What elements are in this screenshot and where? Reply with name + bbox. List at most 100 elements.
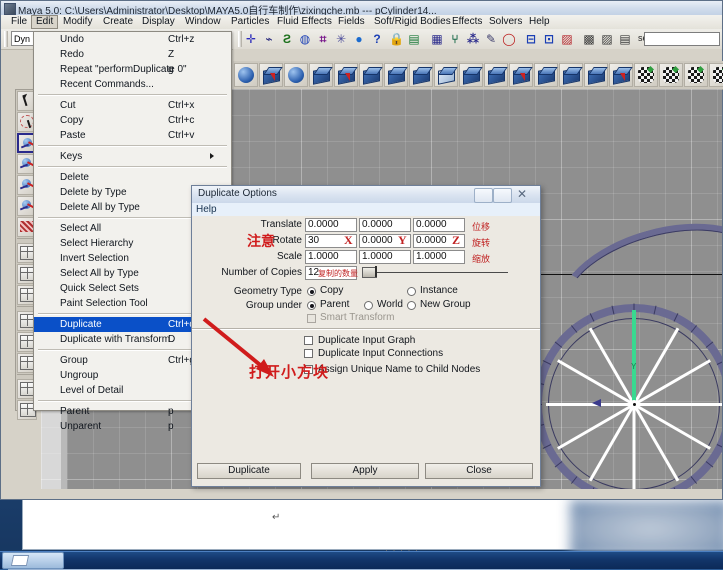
radio-group-world[interactable] [364, 301, 373, 310]
menu-edit[interactable]: Edit [31, 15, 59, 29]
show-manip-icon[interactable]: ▦ [430, 32, 444, 46]
menu-item-delete[interactable]: Delete [34, 170, 231, 185]
menu-modify[interactable]: Modify [59, 15, 96, 28]
display-layer-icon[interactable]: ▨ [600, 32, 614, 46]
ipr-render-icon[interactable]: ⊡ [542, 32, 556, 46]
poly-split-icon[interactable] [409, 63, 433, 87]
dialog-translate-y-input[interactable]: 0.0000 [359, 218, 411, 232]
menu-window[interactable]: Window [181, 15, 225, 28]
snap-uv-icon[interactable]: ✳ [334, 32, 348, 46]
maximize-button[interactable] [493, 188, 512, 203]
menu-display[interactable]: Display [138, 15, 179, 28]
copies-slider-track[interactable] [362, 272, 508, 273]
snap-point-icon[interactable]: ◍ [298, 32, 312, 46]
render-view-icon[interactable]: ⊟ [524, 32, 538, 46]
poly-cylinder-icon[interactable] [284, 63, 308, 87]
start-icon [10, 555, 30, 566]
menu-item-cut[interactable]: Cut Ctrl+x [34, 98, 231, 113]
snap-curve-icon[interactable]: ⌁ [262, 32, 276, 46]
dialog-menu-bar[interactable]: Help [192, 203, 540, 217]
construction-plane-icon[interactable]: ● [352, 32, 366, 46]
poly-append-icon[interactable] [384, 63, 408, 87]
radio-group-new-group[interactable] [407, 301, 416, 310]
poly-extrude-icon[interactable] [334, 63, 358, 87]
render-layer-icon[interactable]: ▩ [582, 32, 596, 46]
menu-help[interactable]: Help [525, 15, 554, 28]
dialog-close-button[interactable]: Close [425, 463, 533, 479]
title-bar[interactable]: Maya 5.0: C:\Users\Administrator\Desktop… [1, 1, 722, 17]
toolbar-grip-2[interactable] [238, 31, 242, 47]
menu-effects[interactable]: Effects [448, 15, 486, 28]
animation-layer-icon[interactable]: ▤ [618, 32, 632, 46]
menu-solvers[interactable]: Solvers [485, 15, 526, 28]
close-button[interactable]: ✕ [514, 187, 531, 201]
selection-input[interactable] [644, 32, 720, 46]
menu-soft-rigid-bodies[interactable]: Soft/Rigid Bodies [370, 15, 455, 28]
dialog-scale-z-input[interactable]: 1.0000 [413, 250, 465, 264]
poly-separate-icon[interactable] [484, 63, 508, 87]
render-globals-icon[interactable]: ▨ [560, 32, 574, 46]
menu-particles[interactable]: Particles [227, 15, 273, 28]
radio-group-parent[interactable] [307, 301, 316, 310]
bicycle-wheel-object[interactable]: Y [533, 303, 722, 489]
radio-geometry-copy[interactable] [307, 287, 316, 296]
windows-taskbar[interactable] [0, 551, 723, 569]
poly-uv-cylindrical-icon[interactable] [659, 63, 683, 87]
poly-merge-icon[interactable] [434, 63, 458, 87]
toolbar-grip[interactable] [4, 31, 8, 47]
snap-grid-icon[interactable]: Ƨ [280, 32, 294, 46]
menu-create[interactable]: Create [99, 15, 137, 28]
wheel-rim-tick [611, 305, 615, 315]
poly-quadrangulate-icon[interactable] [559, 63, 583, 87]
manipulator-axis-y[interactable] [632, 310, 636, 404]
poly-uv-planar-icon[interactable] [634, 63, 658, 87]
poly-sphere-icon[interactable] [234, 63, 258, 87]
menu-item-undo[interactable]: Undo Ctrl+z [34, 32, 231, 47]
snap-view-plane-icon[interactable]: ⌗ [316, 32, 330, 46]
menu-file[interactable]: File [7, 15, 31, 28]
copies-slider-handle[interactable] [375, 266, 377, 277]
wheel-rim-tick [542, 443, 552, 449]
menu-fluid-effects[interactable]: Fluid Effects [273, 15, 336, 28]
dialog-apply-button[interactable]: Apply [311, 463, 419, 479]
minimize-button[interactable] [474, 188, 493, 203]
menu-item-keys[interactable]: Keys [34, 149, 231, 164]
move-tool-icon[interactable]: ✛ [244, 32, 258, 46]
dialog-scale-y-input[interactable]: 1.0000 [359, 250, 411, 264]
hypergraph-icon[interactable]: ⁂ [466, 32, 480, 46]
menu-item-copy[interactable]: Copy Ctrl+c [34, 113, 231, 128]
dialog-translate-x-input[interactable]: 0.0000 [305, 218, 357, 232]
poly-combine-icon[interactable] [459, 63, 483, 87]
menu-item-paste[interactable]: Paste Ctrl+v [34, 128, 231, 143]
poly-reduce-icon[interactable] [584, 63, 608, 87]
radio-geometry-instance[interactable] [407, 287, 416, 296]
shelf-icon-row[interactable] [233, 61, 723, 90]
checkbox-smart-transform[interactable] [307, 314, 316, 323]
poly-triangulate-icon[interactable] [534, 63, 558, 87]
manipulator-axis-x-arrow[interactable] [592, 399, 601, 407]
menu-item-shortcut: Ctrl+c [168, 115, 195, 126]
dialog-scale-x-input[interactable]: 1.0000 [305, 250, 357, 264]
rebuild-icon[interactable]: ◯ [502, 32, 516, 46]
outliner-icon[interactable]: ⑂ [448, 32, 462, 46]
poly-cube-split-icon[interactable] [259, 63, 283, 87]
menu-item-recent-commands[interactable]: Recent Commands... [34, 77, 231, 92]
menu-fields[interactable]: Fields [334, 15, 369, 28]
poly-plane-icon[interactable] [309, 63, 333, 87]
poly-cleanup-icon[interactable] [609, 63, 633, 87]
menu-bar[interactable]: File Edit Modify Create Display Window Particl… [1, 15, 722, 30]
poly-bevel-icon[interactable] [359, 63, 383, 87]
poly-uv-spherical-icon[interactable] [684, 63, 708, 87]
help-icon[interactable]: ? [370, 32, 384, 46]
render-history-icon[interactable]: ▤ [407, 32, 421, 46]
poly-smooth-icon[interactable] [509, 63, 533, 87]
dialog-menu-help[interactable]: Help [196, 203, 217, 216]
paint-icon[interactable]: ✎ [484, 32, 498, 46]
dialog-translate-z-input[interactable]: 0.0000 [413, 218, 465, 232]
poly-uv-automatic-icon[interactable] [709, 63, 723, 87]
lock-icon[interactable]: 🔒 [389, 32, 404, 46]
menu-item-redo[interactable]: Redo Z [34, 47, 231, 62]
dialog-duplicate-button[interactable]: Duplicate [197, 463, 301, 479]
menu-item-repeat-performduplicate-0[interactable]: Repeat "performDuplicate 0" g [34, 62, 231, 77]
dialog-title-bar[interactable]: Duplicate Options ✕ [192, 186, 540, 204]
